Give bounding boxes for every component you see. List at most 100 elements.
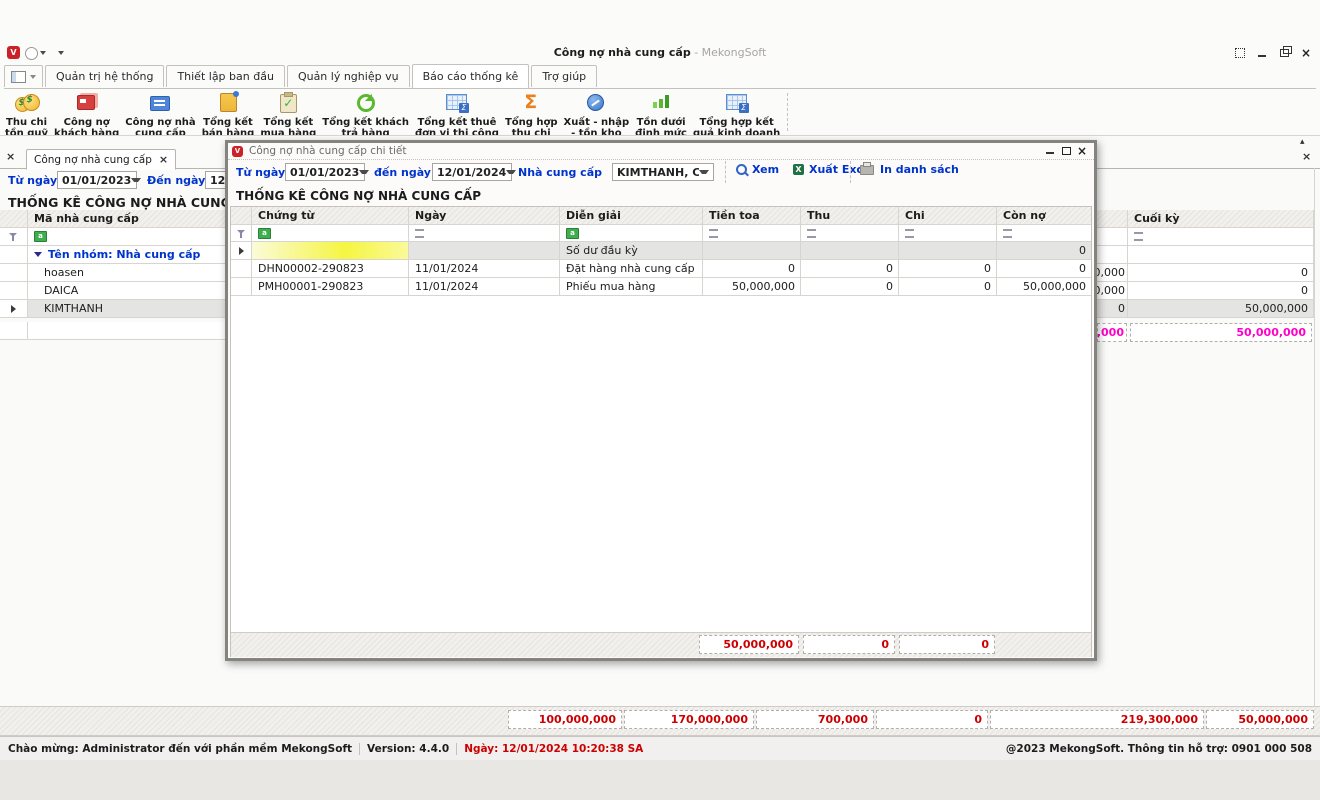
ribbon-toolbar: Thu chitồn quỹ Công nợkhách hàng Công nợ… xyxy=(2,89,792,135)
filter-row-indicator xyxy=(0,228,28,246)
toolbar-tong-hop-ket-qua-kinh-doanh[interactable]: Tổng hợp kếtquả kinh doanh xyxy=(690,89,783,140)
abc-filter-icon[interactable] xyxy=(34,231,47,242)
inventory-gauge-icon xyxy=(583,91,609,115)
modal-minimize-icon[interactable] xyxy=(1042,145,1058,157)
equals-filter-icon xyxy=(1003,229,1012,238)
filter-dien-giai[interactable] xyxy=(560,225,703,242)
ws-total-3: 700,000 xyxy=(756,710,874,729)
modal-from-date-combo[interactable]: 01/01/2023 xyxy=(285,163,365,181)
highlighted-cell[interactable] xyxy=(252,242,409,260)
toolbar-cong-no-khach-hang[interactable]: Công nợkhách hàng xyxy=(51,89,122,140)
modal-logo-icon: V xyxy=(232,146,243,157)
ws-to-date-label: Đến ngày xyxy=(147,174,205,187)
equals-filter-icon xyxy=(709,229,718,238)
row-indicator xyxy=(231,278,252,296)
search-icon xyxy=(736,164,747,175)
filter-funnel-icon[interactable] xyxy=(237,229,246,238)
col-chung-tu[interactable]: Chứng từ xyxy=(252,207,409,225)
toolbar-xuat-nhap-ton-kho[interactable]: Xuất - nhập- tồn kho xyxy=(561,89,633,140)
restore-icon[interactable] xyxy=(1276,46,1292,60)
tab-thiet-lap-ban-dau[interactable]: Thiết lập ban đầu xyxy=(166,65,285,87)
toolbar-ton-duoi-dinh-muc[interactable]: Tồn dướiđịnh mức xyxy=(632,89,690,140)
filter-funnel-icon[interactable] xyxy=(9,232,18,241)
tab-quan-ly-nghiep-vu[interactable]: Quản lý nghiệp vụ xyxy=(287,65,410,87)
col-thu[interactable]: Thu xyxy=(801,207,899,225)
ws-col-cuoiky-header[interactable]: Cuối kỳ xyxy=(1128,210,1314,228)
ws-from-date-combo[interactable]: 01/01/2023 xyxy=(57,171,137,189)
abc-filter-icon xyxy=(258,228,271,239)
equals-filter-icon xyxy=(807,229,816,238)
ws-partial-col-header xyxy=(1097,210,1128,228)
modal-title-bar[interactable]: V Công nợ nhà cung cấp chi tiết × xyxy=(228,143,1094,160)
filter-chi[interactable] xyxy=(899,225,997,242)
tab-tro-giup[interactable]: Trợ giúp xyxy=(531,65,597,87)
modal-total-tien-toa: 50,000,000 xyxy=(699,635,799,654)
row-indicator xyxy=(0,246,28,264)
filter-tien-toa[interactable] xyxy=(703,225,801,242)
ws-row-kimthanh-right[interactable]: 0 50,000,000 xyxy=(1097,300,1314,318)
pane-layout-button[interactable] xyxy=(4,65,43,87)
toolbar-tong-ket-khach-tra-hang[interactable]: Tổng kết kháchtrả hàng xyxy=(319,89,412,140)
modal-row-dhn[interactable]: DHN00002-290823 11/01/2024 Đặt hàng nhà … xyxy=(231,260,1091,278)
toolbar-thu-chi-ton-quy[interactable]: Thu chitồn quỹ xyxy=(2,89,51,140)
application-window: V Công nợ nhà cung cấp - MekongSoft × Qu… xyxy=(0,0,1320,800)
caret-down-icon xyxy=(359,170,369,174)
modal-row-opening-balance[interactable]: Số dư đầu kỳ 0 xyxy=(231,242,1091,260)
toolbar-cong-no-nha-cung-cap[interactable]: Công nợ nhàcung cấp xyxy=(122,89,198,140)
row-focus-indicator xyxy=(0,300,28,318)
modal-supplier-combo[interactable]: KIMTHANH, CÔNG TY ... xyxy=(612,163,714,181)
view-button[interactable]: Xem xyxy=(736,163,779,176)
equals-filter-icon[interactable] xyxy=(1134,232,1143,241)
fit-screen-icon[interactable] xyxy=(1232,46,1248,60)
close-icon[interactable]: × xyxy=(1298,46,1314,60)
caret-down-icon xyxy=(506,170,516,174)
toolbar-tong-hop-thu-chi[interactable]: Tổng hợpthu chi xyxy=(502,89,561,140)
col-con-no[interactable]: Còn nợ xyxy=(997,207,1091,225)
filter-thu[interactable] xyxy=(801,225,899,242)
filter-con-no[interactable] xyxy=(997,225,1091,242)
equals-filter-icon xyxy=(905,229,914,238)
print-list-button[interactable]: In danh sách xyxy=(860,163,959,176)
modal-maximize-icon[interactable] xyxy=(1058,145,1074,157)
tab-cong-no-nha-cung-cap[interactable]: Công nợ nhà cung cấp × xyxy=(26,149,176,170)
ws-row-daica-right[interactable]: 00,000 0 xyxy=(1097,282,1314,300)
purchase-clipboard-icon xyxy=(275,91,301,115)
caret-down-icon xyxy=(131,178,141,182)
tab-label: Công nợ nhà cung cấp xyxy=(34,154,152,166)
ws-row-hoasen-right[interactable]: 00,000 0 xyxy=(1097,264,1314,282)
returns-refresh-icon xyxy=(353,91,379,115)
toolbar-tong-ket-ban-hang[interactable]: Tổng kếtbán hàng xyxy=(199,89,258,140)
col-chi[interactable]: Chi xyxy=(899,207,997,225)
ws-cuoiky-filter-cell[interactable] xyxy=(1128,228,1314,246)
modal-row-pmh[interactable]: PMH00001-290823 11/01/2024 Phiếu mua hàn… xyxy=(231,278,1091,296)
collapse-up-icon[interactable]: ▴ xyxy=(1300,137,1305,147)
business-result-icon xyxy=(724,91,750,115)
desktop-area xyxy=(0,760,1320,800)
minimize-icon[interactable] xyxy=(1254,46,1270,60)
tab-quan-tri-he-thong[interactable]: Quản trị hệ thống xyxy=(45,65,164,87)
modal-close-icon[interactable]: × xyxy=(1074,145,1090,157)
row-indicator-header xyxy=(0,210,28,228)
col-dien-giai[interactable]: Diễn giải xyxy=(560,207,703,225)
col-tien-toa[interactable]: Tiền toa xyxy=(703,207,801,225)
row-indicator-header xyxy=(231,207,252,225)
filter-ngay[interactable] xyxy=(409,225,560,242)
ws-group-row-right xyxy=(1097,246,1314,264)
toolbar-separator xyxy=(787,93,788,131)
tab-close-icon[interactable]: × xyxy=(159,155,168,165)
tab-bao-cao-thong-ke[interactable]: Báo cáo thống kê xyxy=(412,64,530,88)
tabstrip-close-button[interactable]: × xyxy=(6,152,15,162)
group-collapse-icon[interactable] xyxy=(34,252,42,257)
sigma-icon xyxy=(518,91,544,115)
window-controls: × xyxy=(1232,46,1314,60)
chevron-down-icon xyxy=(30,75,36,79)
row-indicator xyxy=(0,282,28,300)
tabstrip-close-right-button[interactable]: × xyxy=(1302,152,1311,162)
col-ngay[interactable]: Ngày xyxy=(409,207,560,225)
modal-to-date-combo[interactable]: 12/01/2024 xyxy=(432,163,512,181)
filter-chung-tu[interactable] xyxy=(252,225,409,242)
toolbar-tong-ket-thue-don-vi-thi-cong[interactable]: Tổng kết thuêđơn vị thi công xyxy=(412,89,502,140)
filter-separator xyxy=(850,161,851,183)
ws-total-5: 219,300,000 xyxy=(990,710,1204,729)
toolbar-tong-ket-mua-hang[interactable]: Tổng kếtmua hàng xyxy=(257,89,319,140)
